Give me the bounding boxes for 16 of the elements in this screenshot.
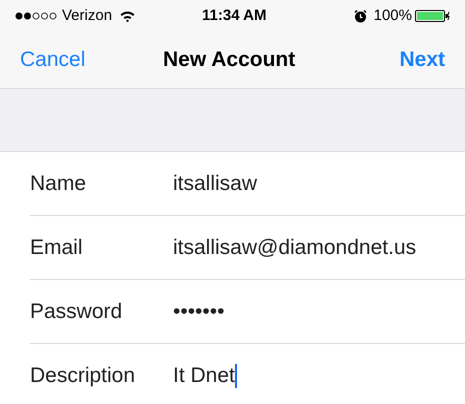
input-field[interactable]: itsallisaw xyxy=(173,168,258,200)
screen-title: New Account xyxy=(163,47,296,74)
input-field[interactable]: ••••••• xyxy=(173,296,224,328)
field-label: Description xyxy=(30,363,136,390)
battery-icon xyxy=(415,10,450,22)
field-label: Password xyxy=(30,298,124,325)
field-label: Email xyxy=(30,234,84,261)
input-field[interactable]: It Dnet xyxy=(173,360,237,392)
wifi-icon xyxy=(120,10,136,22)
input-field[interactable]: itsallisaw@diamondnet.us xyxy=(173,232,416,264)
carrier-name: Verizon xyxy=(62,6,112,26)
clock-time: 11:34 AM xyxy=(202,6,266,26)
field-label: Name xyxy=(30,170,88,197)
signal-icon xyxy=(15,12,59,20)
battery-percent: 100% xyxy=(374,6,412,26)
alarm-clock-icon xyxy=(354,10,367,22)
